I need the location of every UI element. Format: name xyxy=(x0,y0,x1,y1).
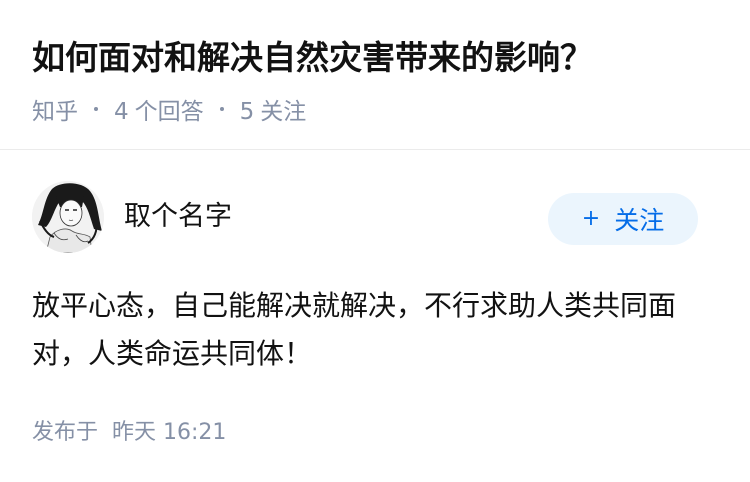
follow-count-label: 关注 xyxy=(260,99,307,125)
follow-count-link[interactable]: 5 关注 xyxy=(240,92,307,126)
question-meta: 知乎 4 个回答 5 关注 xyxy=(32,92,306,126)
author-name[interactable]: 取个名字 xyxy=(124,199,232,235)
follow-button[interactable]: + 关注 xyxy=(548,193,698,245)
answer-card: 取个名字 + 关注 放平心态，自己能解决就解决，不行求助人类共同面对，人类命运共… xyxy=(0,151,750,482)
separator-dot xyxy=(219,107,224,111)
answer-count: 4 xyxy=(114,99,129,125)
plus-icon: + xyxy=(581,206,601,231)
published-label: 发布于 xyxy=(32,420,99,445)
source-label[interactable]: 知乎 xyxy=(32,92,78,126)
published-time: 昨天 16:21 xyxy=(112,420,227,445)
avatar-image xyxy=(32,181,104,253)
question-header: 如何面对和解决自然灾害带来的影响？ 知乎 4 个回答 5 关注 xyxy=(0,0,750,150)
answer-count-link[interactable]: 4 个回答 xyxy=(114,92,204,126)
follow-count: 5 xyxy=(239,99,255,125)
answer-count-label: 个回答 xyxy=(134,99,204,125)
question-title[interactable]: 如何面对和解决自然灾害带来的影响？ xyxy=(32,34,593,82)
follow-button-label: 关注 xyxy=(614,206,665,235)
separator-dot xyxy=(94,107,98,111)
avatar[interactable] xyxy=(32,181,104,253)
answer-time: 发布于 昨天 16:21 xyxy=(32,414,226,446)
answer-content[interactable]: 放平心态，自己能解决就解决，不行求助人类共同面对，人类命运共同体！ xyxy=(32,282,712,378)
